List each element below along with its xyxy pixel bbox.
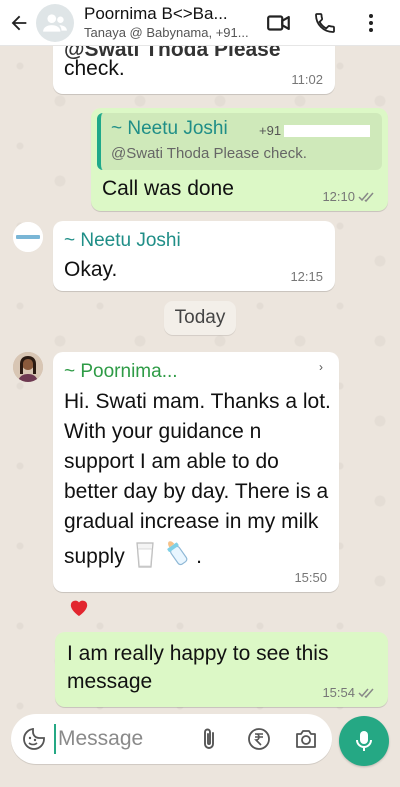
chat-subtitle: Tanaya @ Babynama, +91...: [84, 25, 249, 40]
message-bubble-outgoing[interactable]: I am really happy to see this message 15…: [55, 632, 388, 707]
message-text: Hi. Swati mam. Thanks a lot. With your g…: [64, 390, 331, 568]
date-divider: Today: [164, 301, 236, 335]
redaction-mask: [284, 125, 370, 137]
chat-header: Poornima B<>Ba... Tanaya @ Babynama, +91…: [0, 0, 400, 46]
chat-title: Poornima B<>Ba...: [84, 4, 228, 23]
message-text-block: Hi. Swati mam. Thanks a lot. With your g…: [64, 387, 332, 572]
message-text: Call was done: [102, 177, 234, 200]
message-text: Okay.: [64, 258, 118, 281]
message-time: 11:02: [291, 72, 323, 87]
payment-button[interactable]: [244, 714, 274, 764]
message-field[interactable]: [11, 714, 332, 764]
message-bubble-incoming[interactable]: @Swati Thoda Please check. 11:02: [53, 46, 335, 94]
babynama-logo-icon: [13, 222, 43, 252]
quoted-text: @Swati Thoda Please check.: [111, 145, 307, 162]
message-composer: [0, 713, 400, 787]
more-options-button[interactable]: [348, 0, 394, 46]
chat-title-block[interactable]: Poornima B<>Ba... Tanaya @ Babynama, +91…: [84, 4, 254, 41]
attach-button[interactable]: [194, 714, 224, 764]
video-call-icon: [267, 14, 290, 31]
message-bubble-incoming[interactable]: ~ Neetu Joshi Okay. 12:15: [53, 221, 335, 291]
group-avatar[interactable]: [36, 3, 74, 42]
sticker-icon: [23, 728, 45, 750]
message-time: 12:10: [322, 189, 355, 204]
sticker-button[interactable]: [19, 714, 49, 764]
video-call-button[interactable]: [256, 0, 302, 46]
sender-avatar[interactable]: [13, 222, 43, 252]
message-time: 15:50: [294, 570, 327, 585]
message-sender[interactable]: ~ Poornima...: [64, 360, 178, 384]
message-sender[interactable]: ~ Neetu Joshi: [64, 229, 181, 253]
message-time: 12:15: [290, 269, 323, 284]
profile-photo-icon: [13, 352, 43, 382]
quoted-phone: +91: [259, 123, 282, 138]
rupee-payment-icon: [248, 728, 270, 750]
attach-icon: [204, 728, 214, 749]
camera-icon: [296, 730, 316, 748]
chat-area[interactable]: @Swati Thoda Please check. 11:02 ~ Neetu…: [0, 46, 400, 713]
more-vert-icon: [369, 13, 373, 32]
message-reaction[interactable]: [64, 593, 94, 621]
quoted-message[interactable]: ~ Neetu Joshi +91 @Swati Thoda Please ch…: [97, 113, 382, 170]
double-check-icon: [358, 192, 374, 202]
message-bubble-incoming[interactable]: ~ Poornima... › Hi. Swati mam. Thanks a …: [53, 352, 339, 592]
group-avatar-icon: [43, 13, 67, 32]
message-text-period: .: [196, 545, 202, 568]
message-input[interactable]: [54, 724, 194, 754]
voice-message-button[interactable]: [339, 716, 389, 766]
sender-avatar[interactable]: [13, 352, 43, 382]
message-time: 15:54: [322, 685, 355, 700]
camera-button[interactable]: [291, 714, 321, 764]
dropdown-chevron-icon[interactable]: ›: [319, 360, 323, 374]
phone-icon: [315, 12, 335, 33]
quoted-sender: ~ Neetu Joshi: [111, 118, 228, 139]
voice-call-button[interactable]: [302, 0, 348, 46]
milk-glass-icon: [136, 542, 154, 568]
back-arrow-icon: [11, 15, 27, 30]
back-button[interactable]: [4, 0, 34, 46]
message-bubble-outgoing[interactable]: ~ Neetu Joshi +91 @Swati Thoda Please ch…: [91, 108, 388, 211]
baby-bottle-icon: [166, 541, 188, 566]
mic-icon: [356, 731, 372, 751]
double-check-icon: [358, 688, 374, 698]
heart-icon: [70, 600, 88, 617]
message-text: check.: [64, 57, 125, 80]
